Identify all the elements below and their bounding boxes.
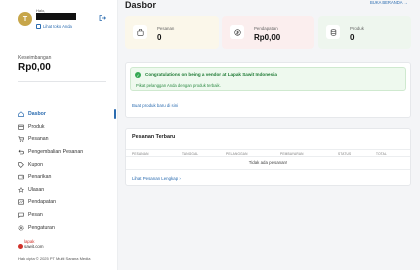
sidebar-item-pengaturan[interactable]: Pengaturan <box>18 221 116 234</box>
column-header: TOTAL <box>376 152 387 156</box>
sidebar: T Halo, Lihat toko Anda Keseimbangan Rp0… <box>0 0 118 270</box>
column-header: PESANAN <box>132 152 149 156</box>
stat-card-products: Produk 0 <box>318 16 411 49</box>
logo-text-bottom: sawit.com <box>24 243 44 249</box>
alert-title: Congratulations on being a vendor at Lap… <box>145 72 277 77</box>
sidebar-item-pendapatan[interactable]: Pendapatan <box>18 196 116 209</box>
cart-icon <box>18 136 24 143</box>
view-all-orders-link[interactable]: Lihat Pesanan Lengkap › <box>132 176 181 181</box>
empty-state: Tidak ada pesanan! <box>248 160 288 165</box>
sidebar-item-label: Pesanan <box>28 136 49 143</box>
open-homepage-link[interactable]: BUKA BERANDA → <box>370 0 408 5</box>
balance-value: Rp0,00 <box>18 62 51 73</box>
sidebar-item-label: Kupon <box>28 161 44 168</box>
sidebar-item-ulasan[interactable]: Ulasan <box>18 184 116 197</box>
chart-icon <box>18 199 24 205</box>
section-title: Pesanan Terbaru <box>132 134 176 140</box>
box-icon <box>18 124 24 130</box>
divider <box>18 81 106 82</box>
sidebar-item-label: Ulasan <box>28 186 45 193</box>
sidebar-item-label: Pengembalian Pesanan <box>28 149 84 156</box>
column-header: TANGGAL <box>182 152 199 156</box>
copyright: Hak cipta © 2025 PT Multi Sarana Media <box>18 256 91 261</box>
add-product-link[interactable]: Buat produk baru di sini <box>132 103 178 108</box>
sidebar-item-pengembalian-pesanan[interactable]: Pengembalian Pesanan <box>18 146 116 159</box>
user-name-redacted <box>36 13 76 20</box>
column-header: PELANGGAN <box>226 152 248 156</box>
sidebar-item-pesanan[interactable]: Pesanan <box>18 133 116 146</box>
tag-icon <box>18 161 24 168</box>
money-icon <box>230 25 244 39</box>
logo-mark-icon <box>18 244 23 249</box>
sidebar-item-dasbor[interactable]: Dasbor <box>18 108 116 121</box>
star-icon <box>18 186 24 193</box>
sidebar-item-label: Pengaturan <box>28 224 55 231</box>
store-icon <box>36 24 41 29</box>
brand-logo[interactable]: lapak sawit.com <box>18 239 44 249</box>
welcome-card: ✓ Congratulations on being a vendor at L… <box>125 62 411 118</box>
stat-label: Pesanan <box>157 26 175 31</box>
stat-label: Produk <box>350 26 364 31</box>
stat-label: Pendapatan <box>254 26 278 31</box>
success-alert: ✓ Congratulations on being a vendor at L… <box>130 67 406 91</box>
column-header: PEMBAYARAN <box>280 152 304 156</box>
return-icon <box>18 149 24 155</box>
sidebar-item-penarikan[interactable]: Penarikan <box>18 171 116 184</box>
stat-value: Rp0,00 <box>254 33 281 42</box>
recent-orders-card: Pesanan Terbaru PESANAN TANGGAL PELANGGA… <box>125 128 411 186</box>
sidebar-item-label: Produk <box>28 123 45 130</box>
table-header: PESANAN TANGGAL PELANGGAN PEMBAYARAN STA… <box>126 149 410 157</box>
stat-value: 0 <box>157 33 162 42</box>
bag-icon <box>133 25 147 39</box>
column-header: STATUS <box>338 152 352 156</box>
avatar[interactable]: T <box>18 12 32 26</box>
message-icon <box>18 212 24 219</box>
balance-label: Keseimbangan <box>18 55 52 61</box>
product-icon <box>326 25 340 39</box>
sidebar-item-kupon[interactable]: Kupon <box>18 158 116 171</box>
stat-card-orders: Pesanan 0 <box>125 16 219 49</box>
logout-icon[interactable] <box>99 15 106 21</box>
stat-value: 0 <box>350 33 355 42</box>
sidebar-item-label: Penarikan <box>28 174 52 181</box>
alert-body: Pikat pelanggan Anda dengan produk terba… <box>136 83 221 88</box>
wallet-icon <box>18 174 24 180</box>
gear-icon <box>18 225 24 231</box>
sidebar-item-label: Pendapatan <box>28 199 56 206</box>
view-shop-label: Lihat toko Anda <box>43 24 72 29</box>
check-icon: ✓ <box>135 72 141 78</box>
sidebar-nav: Dasbor Produk Pesanan Pengembalian Pesan… <box>18 108 116 234</box>
sidebar-item-label: Dasbor <box>28 111 46 118</box>
home-icon <box>18 111 24 118</box>
sidebar-item-pesan[interactable]: Pesan <box>18 209 116 222</box>
sidebar-item-label: Pesan <box>28 212 43 219</box>
divider <box>126 169 410 170</box>
page-title: Dasbor <box>125 0 157 10</box>
sidebar-item-produk[interactable]: Produk <box>18 121 116 134</box>
stat-card-revenue: Pendapatan Rp0,00 <box>222 16 314 49</box>
view-shop-link[interactable]: Lihat toko Anda <box>36 24 72 29</box>
